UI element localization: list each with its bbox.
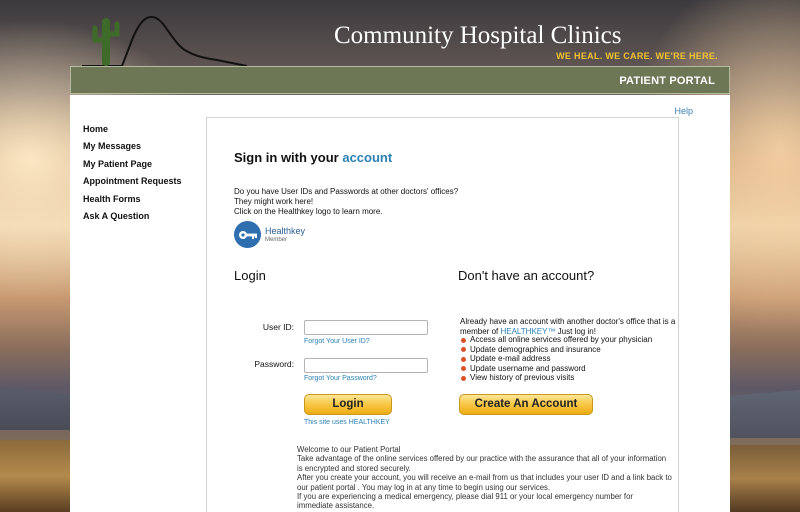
portal-title: PATIENT PORTAL bbox=[619, 75, 715, 87]
background-brush bbox=[0, 440, 72, 512]
list-item: Access all online services offered by yo… bbox=[460, 335, 652, 345]
healthkey-member-label: Member bbox=[265, 236, 288, 243]
bullet-dot-icon bbox=[461, 366, 466, 371]
signin-title: Sign in with your account bbox=[234, 150, 392, 165]
healthkey-intro: Do you have User IDs and Passwords at ot… bbox=[234, 187, 458, 217]
healthkey-logo[interactable]: Healthkey Member bbox=[234, 221, 305, 248]
existing-account-line: Already have an account with another doc… bbox=[460, 317, 676, 326]
help-link[interactable]: Help bbox=[674, 106, 693, 116]
signin-title-accent: account bbox=[342, 150, 393, 165]
password-input[interactable] bbox=[304, 358, 428, 373]
welcome-line: immediate assistance. bbox=[297, 501, 375, 511]
hospital-name: Community Hospital Clinics bbox=[334, 22, 622, 49]
sidebar-item-my-patient-page[interactable]: My Patient Page bbox=[83, 159, 182, 176]
list-item: View history of previous visits bbox=[460, 373, 652, 383]
main-page: Help Home My Messages My Patient Page Ap… bbox=[70, 95, 730, 512]
list-item: Update username and password bbox=[460, 364, 652, 374]
list-item: Update demographics and insurance bbox=[460, 345, 652, 355]
background-mountain bbox=[730, 390, 800, 438]
no-account-heading: Don't have an account? bbox=[458, 268, 595, 283]
cactus-mountain-icon bbox=[82, 15, 248, 67]
key-circle-icon bbox=[234, 221, 261, 248]
site-header: Community Hospital Clinics WE HEAL. WE C… bbox=[70, 0, 730, 67]
healthkey-name: Healthkey bbox=[265, 225, 306, 236]
signin-title-prefix: Sign in with your bbox=[234, 150, 339, 165]
login-button[interactable]: Login bbox=[304, 394, 392, 415]
portal-bar: PATIENT PORTAL bbox=[70, 66, 730, 94]
signin-panel: Sign in with your account Do you have Us… bbox=[206, 117, 679, 512]
create-account-button[interactable]: Create An Account bbox=[459, 394, 593, 415]
sidebar-item-ask-a-question[interactable]: Ask A Question bbox=[83, 211, 182, 228]
welcome-line: our patient portal . You may log in at a… bbox=[297, 482, 551, 492]
intro-line: Click on the Healthkey logo to learn mor… bbox=[234, 207, 383, 216]
bullet-dot-icon bbox=[461, 375, 466, 381]
background-mountain bbox=[0, 388, 72, 430]
list-item: Update e-mail address bbox=[460, 354, 652, 364]
welcome-text: Welcome to our Patient Portal Take advan… bbox=[297, 445, 692, 511]
welcome-line: If you are experiencing a medical emerge… bbox=[297, 492, 634, 502]
userid-label: User ID: bbox=[262, 322, 294, 332]
login-heading: Login bbox=[234, 268, 266, 283]
userid-input[interactable] bbox=[304, 320, 428, 335]
welcome-line: After you create your account, you will … bbox=[297, 473, 672, 483]
sidebar-item-home[interactable]: Home bbox=[83, 124, 182, 141]
sidebar-nav: Home My Messages My Patient Page Appoint… bbox=[83, 124, 182, 228]
welcome-line: Welcome to our Patient Portal bbox=[297, 445, 401, 454]
account-benefits-list: Access all online services offered by yo… bbox=[460, 335, 652, 383]
existing-account-text: Already have an account with another doc… bbox=[460, 317, 685, 336]
bullet-dot-icon bbox=[461, 347, 466, 352]
forgot-password-link[interactable]: Forgot Your Password? bbox=[304, 375, 377, 382]
welcome-line: Take advantage of the online services of… bbox=[297, 454, 667, 464]
welcome-line: is encrypted and stored securely. bbox=[297, 463, 411, 473]
password-label: Password: bbox=[254, 359, 294, 369]
forgot-userid-link[interactable]: Forgot Your User ID? bbox=[304, 338, 370, 345]
sidebar-item-health-forms[interactable]: Health Forms bbox=[83, 194, 182, 211]
tagline: WE HEAL. WE CARE. WE'RE HERE. bbox=[556, 51, 718, 61]
sidebar-item-my-messages[interactable]: My Messages bbox=[83, 141, 182, 158]
healthkey-note-link[interactable]: This site uses HEALTHKEY bbox=[304, 419, 390, 426]
intro-line: Do you have User IDs and Passwords at ot… bbox=[234, 187, 459, 196]
bullet-dot-icon bbox=[461, 356, 466, 362]
intro-line: They might work here! bbox=[234, 197, 314, 206]
bullet-dot-icon bbox=[461, 337, 466, 343]
background-brush bbox=[730, 445, 800, 512]
sidebar-item-appointment-requests[interactable]: Appointment Requests bbox=[83, 176, 182, 193]
